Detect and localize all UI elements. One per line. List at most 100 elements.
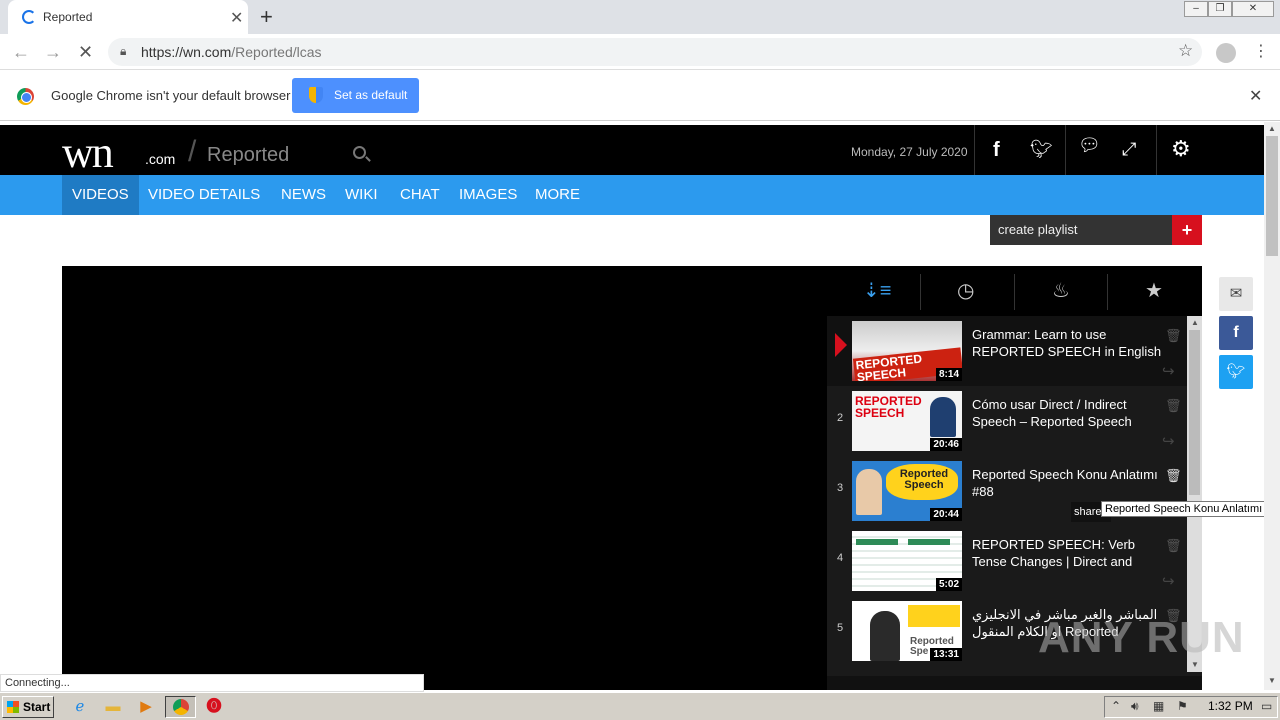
uac-shield-icon bbox=[309, 87, 323, 103]
set-as-default-label: Set as default bbox=[334, 88, 408, 102]
tab-close-icon[interactable]: ✕ bbox=[230, 8, 243, 28]
nav-chat[interactable]: CHAT bbox=[390, 175, 450, 215]
add-playlist-button[interactable]: + bbox=[1172, 215, 1202, 245]
tray-expand-icon[interactable]: ⌃ bbox=[1111, 699, 1121, 713]
taskbar-clock[interactable]: 1:32 PM bbox=[1208, 699, 1253, 713]
video-title[interactable]: Reported Speech Konu Anlatımı #88 bbox=[972, 466, 1162, 500]
facebook-icon[interactable]: f bbox=[993, 139, 1000, 162]
create-playlist-field[interactable]: create playlist bbox=[990, 215, 1172, 245]
playlist-controls[interactable] bbox=[827, 676, 1202, 690]
nav-images[interactable]: IMAGES bbox=[449, 175, 527, 215]
section-title[interactable]: Reported bbox=[207, 144, 289, 167]
scroll-down-arrow-icon[interactable]: ▼ bbox=[1268, 676, 1276, 685]
video-thumbnail[interactable]: 5:02 bbox=[852, 531, 962, 591]
browser-toolbar: ← → ✕ 🔒︎ https://wn.com/Reported/lcas ☆ … bbox=[0, 34, 1280, 70]
share-icon[interactable]: ↪ bbox=[1162, 572, 1175, 590]
video-title[interactable]: Grammar: Learn to use REPORTED SPEECH in… bbox=[972, 326, 1162, 360]
network-icon[interactable]: ▦ bbox=[1153, 699, 1164, 713]
header-divider bbox=[1156, 125, 1157, 175]
share-icon[interactable]: ↪ bbox=[1162, 362, 1175, 380]
address-bar[interactable]: 🔒︎ https://wn.com/Reported/lcas ☆ bbox=[108, 38, 1202, 66]
flag-icon[interactable]: ⚑ bbox=[1177, 699, 1188, 713]
tab-divider bbox=[1107, 274, 1108, 310]
stop-loading-button[interactable]: ✕ bbox=[78, 42, 93, 63]
video-title[interactable]: REPORTED SPEECH: Verb Tense Changes | Di… bbox=[972, 536, 1162, 570]
sort-order-icon[interactable]: ⇣≡ bbox=[863, 278, 891, 303]
video-title[interactable]: Cómo usar Direct / Indirect Speech – Rep… bbox=[972, 396, 1162, 430]
set-as-default-button[interactable]: Set as default bbox=[292, 78, 419, 113]
scroll-up-arrow-icon[interactable]: ▲ bbox=[1268, 124, 1276, 133]
trash-icon[interactable]: 🗑︎ bbox=[1165, 468, 1182, 484]
bookmark-star-icon[interactable]: ☆ bbox=[1178, 41, 1193, 61]
page-viewport: wn .com / Reported Monday, 27 July 2020 … bbox=[0, 122, 1264, 690]
infobar-close-icon[interactable]: ✕ bbox=[1249, 86, 1262, 106]
video-duration: 5:02 bbox=[935, 578, 962, 591]
start-label: Start bbox=[23, 700, 51, 714]
window-restore-button[interactable]: ❐ bbox=[1208, 1, 1232, 17]
window-close-button[interactable]: ✕ bbox=[1232, 1, 1274, 17]
video-thumbnail[interactable]: Reported Spe 13:31 bbox=[852, 601, 962, 661]
internet-explorer-icon[interactable]: ℯ bbox=[70, 697, 90, 717]
video-player[interactable] bbox=[62, 266, 827, 690]
new-tab-button[interactable]: + bbox=[260, 4, 273, 30]
fire-icon[interactable]: ♨ bbox=[1052, 278, 1070, 303]
nav-videos[interactable]: VIDEOS bbox=[62, 175, 139, 215]
tab-title: Reported bbox=[43, 10, 93, 24]
site-logo[interactable]: wn bbox=[62, 127, 114, 178]
profile-avatar-icon[interactable] bbox=[1216, 43, 1236, 63]
browser-tab[interactable]: Reported ✕ bbox=[8, 0, 248, 34]
playlist-item[interactable]: REPORTED SPEECH 8:14 Grammar: Learn to u… bbox=[827, 316, 1187, 386]
twitter-share-button[interactable]: 🐦︎ bbox=[1219, 355, 1253, 389]
item-number: 5 bbox=[836, 622, 844, 634]
folder-icon[interactable]: ▬ bbox=[103, 697, 123, 717]
gear-icon[interactable]: ⚙ bbox=[1171, 136, 1191, 162]
nav-wiki[interactable]: WIKI bbox=[335, 175, 388, 215]
clock-icon[interactable]: ◷ bbox=[957, 278, 974, 303]
playlist-item[interactable]: 2 REPORTED SPEECH 20:46 Cómo usar Direct… bbox=[827, 386, 1187, 456]
star-icon[interactable]: ★ bbox=[1145, 278, 1163, 303]
share-icon[interactable]: ↪ bbox=[1162, 432, 1175, 450]
playlist-item[interactable]: 4 5:02 REPORTED SPEECH: Verb Tense Chang… bbox=[827, 526, 1187, 596]
nav-news[interactable]: NEWS bbox=[271, 175, 336, 215]
loading-spinner-icon bbox=[22, 10, 36, 24]
url-text[interactable]: https://wn.com/Reported/lcas bbox=[141, 44, 322, 60]
lock-icon[interactable]: 🔒︎ bbox=[120, 44, 126, 59]
chat-bubbles-icon[interactable]: 💬︎ bbox=[1078, 135, 1101, 156]
window-minimize-button[interactable]: – bbox=[1184, 1, 1208, 17]
nav-video-details[interactable]: VIDEO DETAILS bbox=[138, 175, 270, 215]
table-header-bar bbox=[856, 539, 898, 545]
presenter-figure bbox=[856, 469, 882, 515]
title-tooltip: Reported Speech Konu Anlatımı #88 bbox=[1101, 501, 1264, 517]
video-thumbnail[interactable]: REPORTED SPEECH 20:46 bbox=[852, 391, 962, 451]
start-button[interactable]: Start bbox=[2, 696, 54, 718]
now-playing-icon bbox=[835, 333, 847, 357]
page-scrollbar[interactable]: ▲ ▼ bbox=[1264, 122, 1280, 690]
back-button[interactable]: ← bbox=[12, 42, 30, 63]
scroll-up-arrow-icon[interactable]: ▲ bbox=[1191, 318, 1199, 327]
trash-icon[interactable]: 🗑︎ bbox=[1165, 538, 1182, 554]
twitter-icon[interactable]: 🐦︎ bbox=[1030, 139, 1053, 160]
video-thumbnail[interactable]: Reported Speech 20:44 bbox=[852, 461, 962, 521]
search-icon[interactable] bbox=[353, 146, 366, 159]
security-alert-icon[interactable]: ⓿ bbox=[204, 697, 224, 717]
header-divider bbox=[1065, 125, 1066, 175]
show-desktop-icon[interactable]: ▭ bbox=[1261, 699, 1272, 713]
browser-menu-icon[interactable]: ⋮ bbox=[1253, 41, 1269, 61]
volume-icon[interactable]: 🔊︎ bbox=[1131, 699, 1139, 714]
forward-button[interactable]: → bbox=[44, 42, 62, 63]
trash-icon[interactable]: 🗑︎ bbox=[1165, 328, 1182, 344]
facebook-share-button[interactable]: f bbox=[1219, 316, 1253, 350]
tab-strip: Reported ✕ + – ❐ ✕ bbox=[0, 0, 1280, 34]
expand-icon[interactable]: ⤢ bbox=[1122, 139, 1136, 160]
nav-more[interactable]: MORE bbox=[525, 175, 590, 215]
video-duration: 20:44 bbox=[930, 508, 962, 521]
scroll-thumb[interactable] bbox=[1189, 330, 1200, 495]
media-player-icon[interactable]: ▶ bbox=[136, 697, 156, 717]
video-thumbnail[interactable]: REPORTED SPEECH 8:14 bbox=[852, 321, 962, 381]
chrome-taskbar-button[interactable] bbox=[165, 696, 196, 718]
trash-icon[interactable]: 🗑︎ bbox=[1165, 398, 1182, 414]
email-share-button[interactable]: ✉ bbox=[1219, 277, 1253, 311]
logo-domain: .com bbox=[145, 151, 176, 167]
scroll-thumb[interactable] bbox=[1266, 136, 1278, 256]
windows-logo-icon bbox=[7, 701, 19, 713]
